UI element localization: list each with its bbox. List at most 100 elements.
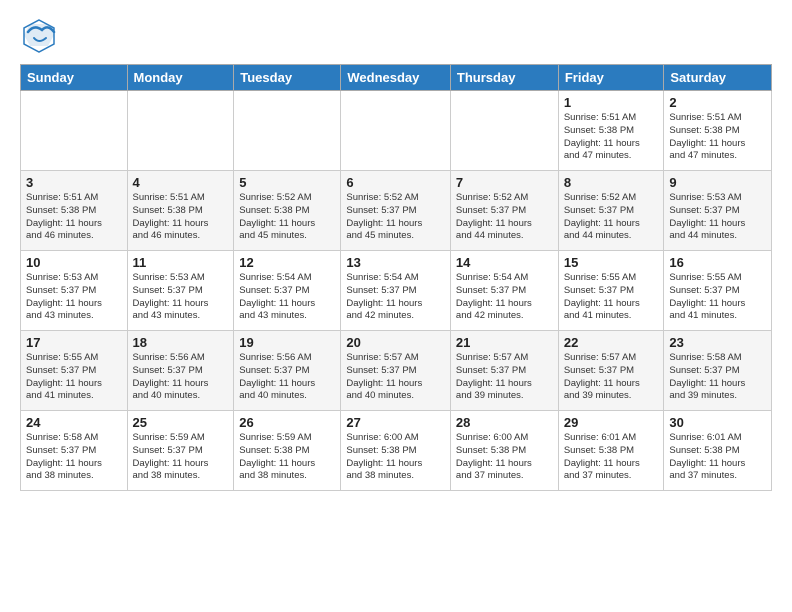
calendar-cell: 27 Sunrise: 6:00 AM Sunset: 5:38 PM Dayli… — [341, 411, 451, 491]
day-number: 18 — [133, 335, 229, 350]
calendar-cell: 30Sunrise: 6:01 AM Sunset: 5:38 PM Dayli… — [664, 411, 772, 491]
day-info: Sunrise: 5:53 AM Sunset: 5:37 PM Dayligh… — [669, 192, 766, 243]
day-number: 21 — [456, 335, 553, 350]
calendar-cell: 18 Sunrise: 5:56 AM Sunset: 5:37 PM Dayli… — [127, 331, 234, 411]
day-number: 14 — [456, 255, 553, 270]
calendar-week-4: 17Sunrise: 5:55 AM Sunset: 5:37 PM Dayli… — [21, 331, 772, 411]
weekday-header-wednesday: Wednesday — [341, 65, 451, 91]
day-number: 26 — [239, 415, 335, 430]
calendar-cell: 21 Sunrise: 5:57 AM Sunset: 5:37 PM Dayli… — [450, 331, 558, 411]
weekday-header-friday: Friday — [558, 65, 664, 91]
page-container: SundayMondayTuesdayWednesdayThursdayFrid… — [0, 0, 792, 501]
day-info: Sunrise: 5:58 AM Sunset: 5:37 PM Dayligh… — [26, 432, 122, 483]
day-number: 24 — [26, 415, 122, 430]
day-number: 19 — [239, 335, 335, 350]
calendar-week-5: 24 Sunrise: 5:58 AM Sunset: 5:37 PM Dayli… — [21, 411, 772, 491]
calendar-cell: 20 Sunrise: 5:57 AM Sunset: 5:37 PM Dayli… — [341, 331, 451, 411]
day-info: Sunrise: 5:52 AM Sunset: 5:38 PM Dayligh… — [239, 192, 335, 243]
day-info: Sunrise: 5:51 AM Sunset: 5:38 PM Dayligh… — [133, 192, 229, 243]
day-info: Sunrise: 5:51 AM Sunset: 5:38 PM Dayligh… — [564, 112, 659, 163]
day-number: 4 — [133, 175, 229, 190]
calendar-cell: 22Sunrise: 5:57 AM Sunset: 5:37 PM Dayli… — [558, 331, 664, 411]
day-number: 5 — [239, 175, 335, 190]
day-info: Sunrise: 5:55 AM Sunset: 5:37 PM Dayligh… — [26, 352, 122, 403]
calendar-cell — [341, 91, 451, 171]
day-info: Sunrise: 6:00 AM Sunset: 5:38 PM Dayligh… — [456, 432, 553, 483]
calendar-cell: 23 Sunrise: 5:58 AM Sunset: 5:37 PM Dayli… — [664, 331, 772, 411]
logo-icon — [20, 16, 58, 54]
calendar-cell: 11 Sunrise: 5:53 AM Sunset: 5:37 PM Dayli… — [127, 251, 234, 331]
calendar-cell: 24 Sunrise: 5:58 AM Sunset: 5:37 PM Dayli… — [21, 411, 128, 491]
calendar-cell — [234, 91, 341, 171]
day-info: Sunrise: 5:52 AM Sunset: 5:37 PM Dayligh… — [456, 192, 553, 243]
calendar-cell: 13Sunrise: 5:54 AM Sunset: 5:37 PM Dayli… — [341, 251, 451, 331]
calendar-table: SundayMondayTuesdayWednesdayThursdayFrid… — [20, 64, 772, 491]
day-number: 23 — [669, 335, 766, 350]
day-info: Sunrise: 5:52 AM Sunset: 5:37 PM Dayligh… — [564, 192, 659, 243]
logo — [20, 16, 60, 54]
calendar-cell: 10 Sunrise: 5:53 AM Sunset: 5:37 PM Dayli… — [21, 251, 128, 331]
calendar-cell: 1 Sunrise: 5:51 AM Sunset: 5:38 PM Daylig… — [558, 91, 664, 171]
day-number: 20 — [346, 335, 445, 350]
day-number: 29 — [564, 415, 659, 430]
day-info: Sunrise: 5:51 AM Sunset: 5:38 PM Dayligh… — [669, 112, 766, 163]
day-info: Sunrise: 5:54 AM Sunset: 5:37 PM Dayligh… — [456, 272, 553, 323]
day-number: 6 — [346, 175, 445, 190]
weekday-header-sunday: Sunday — [21, 65, 128, 91]
calendar-week-3: 10 Sunrise: 5:53 AM Sunset: 5:37 PM Dayli… — [21, 251, 772, 331]
calendar-week-1: 1 Sunrise: 5:51 AM Sunset: 5:38 PM Daylig… — [21, 91, 772, 171]
day-number: 16 — [669, 255, 766, 270]
day-info: Sunrise: 5:59 AM Sunset: 5:37 PM Dayligh… — [133, 432, 229, 483]
day-number: 7 — [456, 175, 553, 190]
day-info: Sunrise: 5:56 AM Sunset: 5:37 PM Dayligh… — [133, 352, 229, 403]
day-info: Sunrise: 5:57 AM Sunset: 5:37 PM Dayligh… — [456, 352, 553, 403]
day-number: 27 — [346, 415, 445, 430]
day-info: Sunrise: 5:57 AM Sunset: 5:37 PM Dayligh… — [564, 352, 659, 403]
day-number: 12 — [239, 255, 335, 270]
calendar-cell: 7 Sunrise: 5:52 AM Sunset: 5:37 PM Daylig… — [450, 171, 558, 251]
weekday-header-tuesday: Tuesday — [234, 65, 341, 91]
calendar-cell — [127, 91, 234, 171]
header-row — [20, 16, 772, 54]
day-info: Sunrise: 6:00 AM Sunset: 5:38 PM Dayligh… — [346, 432, 445, 483]
day-number: 15 — [564, 255, 659, 270]
day-info: Sunrise: 5:58 AM Sunset: 5:37 PM Dayligh… — [669, 352, 766, 403]
day-info: Sunrise: 5:53 AM Sunset: 5:37 PM Dayligh… — [133, 272, 229, 323]
day-number: 2 — [669, 95, 766, 110]
calendar-week-2: 3 Sunrise: 5:51 AM Sunset: 5:38 PM Daylig… — [21, 171, 772, 251]
calendar-cell: 15Sunrise: 5:55 AM Sunset: 5:37 PM Dayli… — [558, 251, 664, 331]
day-info: Sunrise: 5:57 AM Sunset: 5:37 PM Dayligh… — [346, 352, 445, 403]
day-number: 1 — [564, 95, 659, 110]
day-info: Sunrise: 5:51 AM Sunset: 5:38 PM Dayligh… — [26, 192, 122, 243]
calendar-cell: 8 Sunrise: 5:52 AM Sunset: 5:37 PM Daylig… — [558, 171, 664, 251]
calendar-cell: 5 Sunrise: 5:52 AM Sunset: 5:38 PM Daylig… — [234, 171, 341, 251]
day-info: Sunrise: 5:53 AM Sunset: 5:37 PM Dayligh… — [26, 272, 122, 323]
weekday-header-thursday: Thursday — [450, 65, 558, 91]
day-info: Sunrise: 5:56 AM Sunset: 5:37 PM Dayligh… — [239, 352, 335, 403]
calendar-cell: 14 Sunrise: 5:54 AM Sunset: 5:37 PM Dayli… — [450, 251, 558, 331]
day-info: Sunrise: 5:55 AM Sunset: 5:37 PM Dayligh… — [669, 272, 766, 323]
day-number: 3 — [26, 175, 122, 190]
day-number: 10 — [26, 255, 122, 270]
day-number: 9 — [669, 175, 766, 190]
day-info: Sunrise: 6:01 AM Sunset: 5:38 PM Dayligh… — [669, 432, 766, 483]
calendar-cell: 29 Sunrise: 6:01 AM Sunset: 5:38 PM Dayli… — [558, 411, 664, 491]
day-number: 28 — [456, 415, 553, 430]
calendar-header-row: SundayMondayTuesdayWednesdayThursdayFrid… — [21, 65, 772, 91]
day-number: 8 — [564, 175, 659, 190]
calendar-cell — [450, 91, 558, 171]
calendar-cell: 25 Sunrise: 5:59 AM Sunset: 5:37 PM Dayli… — [127, 411, 234, 491]
day-number: 25 — [133, 415, 229, 430]
day-info: Sunrise: 6:01 AM Sunset: 5:38 PM Dayligh… — [564, 432, 659, 483]
weekday-header-saturday: Saturday — [664, 65, 772, 91]
calendar-cell: 9 Sunrise: 5:53 AM Sunset: 5:37 PM Daylig… — [664, 171, 772, 251]
calendar-cell: 2 Sunrise: 5:51 AM Sunset: 5:38 PM Daylig… — [664, 91, 772, 171]
day-number: 11 — [133, 255, 229, 270]
day-info: Sunrise: 5:54 AM Sunset: 5:37 PM Dayligh… — [239, 272, 335, 323]
day-info: Sunrise: 5:52 AM Sunset: 5:37 PM Dayligh… — [346, 192, 445, 243]
day-number: 13 — [346, 255, 445, 270]
calendar-cell: 26 Sunrise: 5:59 AM Sunset: 5:38 PM Dayli… — [234, 411, 341, 491]
calendar-cell: 6 Sunrise: 5:52 AM Sunset: 5:37 PM Daylig… — [341, 171, 451, 251]
day-info: Sunrise: 5:59 AM Sunset: 5:38 PM Dayligh… — [239, 432, 335, 483]
calendar-cell: 4 Sunrise: 5:51 AM Sunset: 5:38 PM Daylig… — [127, 171, 234, 251]
